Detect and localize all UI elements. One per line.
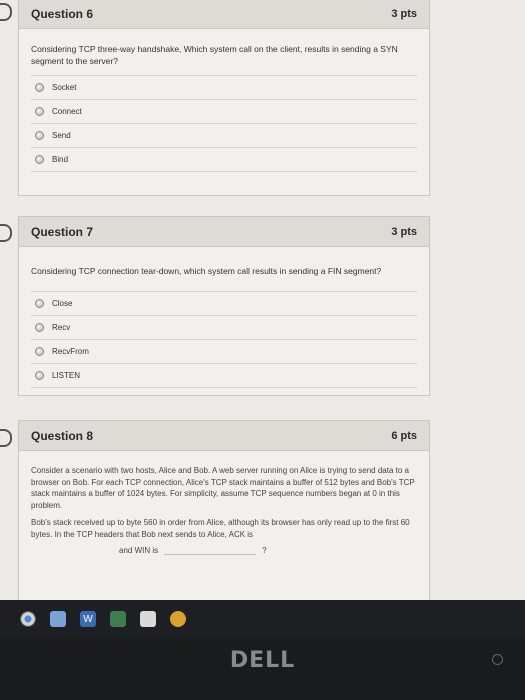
question-7-header: Question 7 3 pts (19, 217, 429, 247)
question-8-header: Question 8 6 pts (19, 421, 429, 451)
radio-button[interactable] (35, 299, 44, 308)
media-icon[interactable] (170, 611, 186, 627)
power-icon[interactable] (492, 654, 503, 665)
radio-button[interactable] (35, 83, 44, 92)
answer-option[interactable]: Recv (31, 316, 417, 340)
flag-question-6-icon[interactable] (0, 3, 12, 21)
radio-button[interactable] (35, 371, 44, 380)
answer-label: Recv (52, 323, 71, 332)
answer-option[interactable]: Socket (31, 76, 417, 100)
radio-button[interactable] (35, 107, 44, 116)
blank-prefix: and WIN is (119, 546, 159, 555)
question-prompt: Consider a scenario with two hosts, Alic… (19, 451, 429, 540)
radio-button[interactable] (35, 347, 44, 356)
flag-question-8-icon[interactable] (0, 429, 12, 447)
question-6-header: Question 6 3 pts (19, 0, 429, 29)
answer-option[interactable]: Send (31, 124, 417, 148)
question-6-card: Question 6 3 pts Considering TCP three-w… (18, 0, 430, 196)
chrome-icon[interactable] (20, 611, 36, 627)
answer-option[interactable]: Connect (31, 100, 417, 124)
browser-viewport: Question 6 3 pts Considering TCP three-w… (0, 0, 525, 600)
answer-label: LISTEN (52, 371, 81, 380)
answer-option[interactable]: RecvFrom (31, 340, 417, 364)
flag-question-7-icon[interactable] (0, 224, 12, 242)
answer-blank-input[interactable] (164, 546, 257, 555)
question-prompt: Considering TCP connection tear-down, wh… (31, 266, 382, 276)
blank-suffix: ? (262, 546, 267, 555)
answer-option[interactable]: LISTEN (31, 364, 417, 388)
question-points: 6 pts (391, 429, 417, 442)
scenario-paragraph: Consider a scenario with two hosts, Alic… (31, 466, 415, 510)
answer-list: Close Recv RecvFrom LISTEN (31, 291, 417, 388)
radio-button[interactable] (35, 131, 44, 140)
taskbar: W (0, 600, 525, 638)
question-prompt: Considering TCP three-way handshake, Whi… (31, 44, 398, 66)
answer-list: Socket Connect Send Bind (31, 75, 417, 172)
question-title: Question 8 (31, 428, 94, 443)
answer-label: Socket (52, 83, 77, 92)
radio-button[interactable] (35, 323, 44, 332)
question-points: 3 pts (391, 225, 417, 238)
question-title: Question 6 (31, 6, 94, 21)
question-8-card: Question 8 6 pts Consider a scenario wit… (18, 420, 430, 600)
brand-logo: DELL (229, 648, 296, 673)
answer-label: RecvFrom (52, 347, 89, 356)
fill-in-blank-row: and WIN is ? (19, 546, 429, 555)
word-icon[interactable]: W (80, 611, 96, 627)
photos-icon[interactable] (110, 611, 126, 627)
question-paragraph: Bob's stack received up to byte 560 in o… (31, 518, 410, 539)
answer-option[interactable]: Close (31, 292, 417, 316)
question-points: 3 pts (391, 7, 417, 20)
answer-option[interactable]: Bind (31, 148, 417, 172)
question-7-card: Question 7 3 pts Considering TCP connect… (18, 216, 430, 396)
answer-label: Close (52, 299, 73, 308)
file-explorer-icon[interactable] (50, 611, 66, 627)
question-title: Question 7 (31, 224, 94, 239)
answer-label: Connect (52, 107, 82, 116)
answer-label: Send (52, 131, 71, 140)
radio-button[interactable] (35, 155, 44, 164)
store-icon[interactable] (140, 611, 156, 627)
answer-label: Bind (52, 155, 69, 164)
